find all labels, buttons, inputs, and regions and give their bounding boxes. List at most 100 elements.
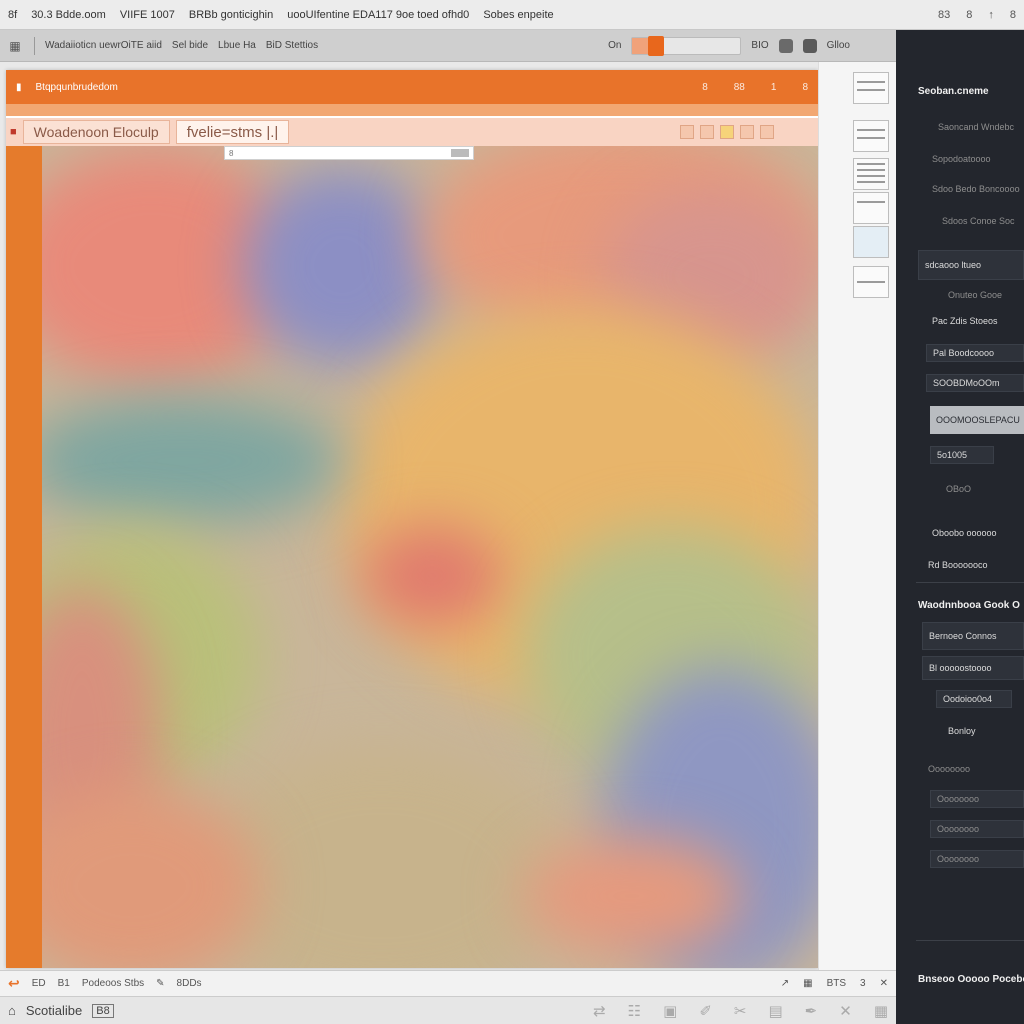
panel-heading: Bnseoo Ooooo Poceboss <box>918 974 1024 985</box>
title-bar: 8f 30.3 Bdde.oom VIIFE 1007 BRBb gontici… <box>0 0 1024 30</box>
panel-item[interactable]: Bonloy <box>942 722 1012 740</box>
panel-item[interactable]: Onuteo Gooe <box>942 286 1024 304</box>
tab-tool-icon[interactable] <box>680 125 694 139</box>
view-toggle-icon[interactable] <box>778 38 793 53</box>
document-left-bar <box>6 146 42 968</box>
panel-item[interactable]: sdcaooo ltueo <box>918 250 1024 280</box>
pen-icon[interactable]: ✒ <box>805 1002 818 1020</box>
header-action[interactable]: 8 <box>702 82 708 93</box>
window-control-c[interactable]: ↑ <box>988 9 994 21</box>
image-canvas[interactable] <box>42 146 818 968</box>
panel-item[interactable]: Bl ooooostoooo <box>922 656 1024 680</box>
menu-label[interactable]: Glloo <box>827 40 850 51</box>
stack-icon[interactable]: ▤ <box>768 1002 782 1020</box>
panel-item[interactable]: Oodoioo0o4 <box>936 690 1012 708</box>
panel-item[interactable]: Oooooooo <box>930 850 1024 868</box>
window-control-d[interactable]: 8 <box>1010 9 1016 21</box>
document-subbar <box>6 104 818 116</box>
tab-tool-icon[interactable] <box>740 125 754 139</box>
zoom-slider-knob[interactable] <box>648 35 665 56</box>
title-item: 8f <box>8 8 18 21</box>
panel-item[interactable]: Sdoos Conoe Soc <box>936 212 1024 230</box>
bottom-badge[interactable]: B8 <box>92 1003 114 1018</box>
thumbnail-line <box>857 181 885 183</box>
window-control-a[interactable]: 83 <box>938 9 950 21</box>
pin-icon[interactable]: ▮ <box>16 82 22 93</box>
image-icon[interactable]: ▣ <box>663 1002 677 1020</box>
panel-item[interactable]: SOOBDMoOOm <box>926 374 1024 392</box>
pencil-icon[interactable]: ✎ <box>156 978 164 989</box>
panel-item[interactable]: Oboobo oooooo <box>926 524 1024 542</box>
status-item: 3 <box>860 978 866 989</box>
thumbnail[interactable] <box>853 158 889 190</box>
thumbnail[interactable] <box>853 72 889 104</box>
panel-item[interactable]: Oooooooo <box>930 790 1024 808</box>
thumbnail-line <box>857 163 885 165</box>
lock-icon[interactable]: ⌂ <box>8 1003 16 1018</box>
panel-item[interactable]: Rd Booooooco <box>922 556 1024 574</box>
panel-item[interactable]: Saoncand Wndebc <box>932 118 1024 136</box>
panel-heading: Waodnnbooa Gook O <box>918 600 1020 611</box>
panel-item[interactable]: Pal Boodcoooo <box>926 344 1024 362</box>
thumbnail-line <box>857 89 885 91</box>
search-input-value: 8 <box>229 148 234 158</box>
title-item: Sobes enpeite <box>483 8 554 21</box>
search-input[interactable]: 8 <box>224 146 474 160</box>
header-action[interactable]: 8 <box>802 82 808 93</box>
status-item: BTS <box>826 978 847 989</box>
flag-icon[interactable]: ■ <box>10 126 17 138</box>
thumbnail-line <box>857 129 885 131</box>
thumbnail[interactable] <box>853 192 889 224</box>
title-item: BRBb gonticighin <box>188 8 274 21</box>
status-item: 8DDs <box>176 978 202 989</box>
header-action[interactable]: 1 <box>771 82 777 93</box>
search-input-scroll[interactable] <box>451 149 469 157</box>
tab-tool-icon[interactable] <box>700 125 714 139</box>
thumbnail[interactable] <box>853 266 889 298</box>
thumbnail-line <box>857 281 885 283</box>
tab-tool-icon[interactable] <box>720 125 734 139</box>
panel-item[interactable]: Pac Zdis Stoeos <box>926 312 1024 330</box>
tab-active[interactable]: fvelie=stms |.| <box>175 120 290 144</box>
title-item: 30.3 Bdde.oom <box>31 8 106 21</box>
close-icon[interactable]: ✕ <box>839 1002 852 1020</box>
grid-icon[interactable]: ▦ <box>6 37 24 55</box>
panel-item[interactable]: 5o1005 <box>930 446 994 464</box>
close-icon[interactable]: ✕ <box>880 978 888 989</box>
status-bar: ↩ ED B1 Podeoos Stbs ✎ 8DDs ↗ ▦ BTS 3 ✕ <box>0 970 896 996</box>
thumbnail-line <box>857 137 885 139</box>
window-controls: 83 8 ↑ 8 <box>938 9 1016 21</box>
settings-icon[interactable] <box>802 38 817 53</box>
toolbar-label[interactable]: Wadaiioticn uewrOiTE aiid <box>45 40 162 51</box>
thumbnail[interactable] <box>853 120 889 152</box>
panel-item-selected[interactable]: OOOMOOSLEPACU <box>930 406 1024 434</box>
panel-item[interactable]: OBoO <box>940 480 1000 498</box>
scissors-icon[interactable]: ✂ <box>734 1002 747 1020</box>
panel-item[interactable]: Bernoeo Connos <box>922 622 1024 650</box>
arrow-icon[interactable]: ↗ <box>781 978 789 989</box>
toolbar-label[interactable]: Lbue Ha <box>218 40 256 51</box>
brush-icon[interactable]: ✐ <box>699 1002 712 1020</box>
header-action[interactable]: 88 <box>734 82 745 93</box>
panel-item[interactable]: Sdoo Bedo Boncoooo <box>926 180 1024 198</box>
status-item: B1 <box>57 978 70 989</box>
tab-tool-icon[interactable] <box>760 125 774 139</box>
bottom-bar: ⌂ Scotialibe B8 ⇄ ☷ ▣ ✐ ✂ ▤ ✒ ✕ ▦ <box>0 996 896 1024</box>
panel-divider <box>916 940 1024 941</box>
toolbar-label[interactable]: BiD Stettios <box>266 40 318 51</box>
document-title: Btqpqunbrudedom <box>35 81 118 93</box>
grid-icon[interactable]: ▦ <box>874 1002 888 1020</box>
panel-item[interactable]: Oooooooo <box>930 820 1024 838</box>
grid-small-icon[interactable]: ▦ <box>803 978 812 989</box>
panel-item[interactable]: Oooooooo <box>922 760 1024 778</box>
window-control-b[interactable]: 8 <box>966 9 972 21</box>
zoom-slider[interactable] <box>631 35 742 56</box>
tab-document[interactable]: Woadenoon Eloculp <box>22 120 170 144</box>
thumbnail[interactable] <box>853 226 889 258</box>
link-icon[interactable]: ⇄ <box>593 1002 606 1020</box>
toolbar-label[interactable]: Sel bide <box>172 40 208 51</box>
panel-item[interactable]: Sopodoatoooo <box>926 150 1024 168</box>
bottom-icons: ⇄ ☷ ▣ ✐ ✂ ▤ ✒ ✕ ▦ <box>593 1002 888 1020</box>
layers-icon[interactable]: ☷ <box>628 1002 641 1020</box>
canvas-blob <box>42 396 342 526</box>
